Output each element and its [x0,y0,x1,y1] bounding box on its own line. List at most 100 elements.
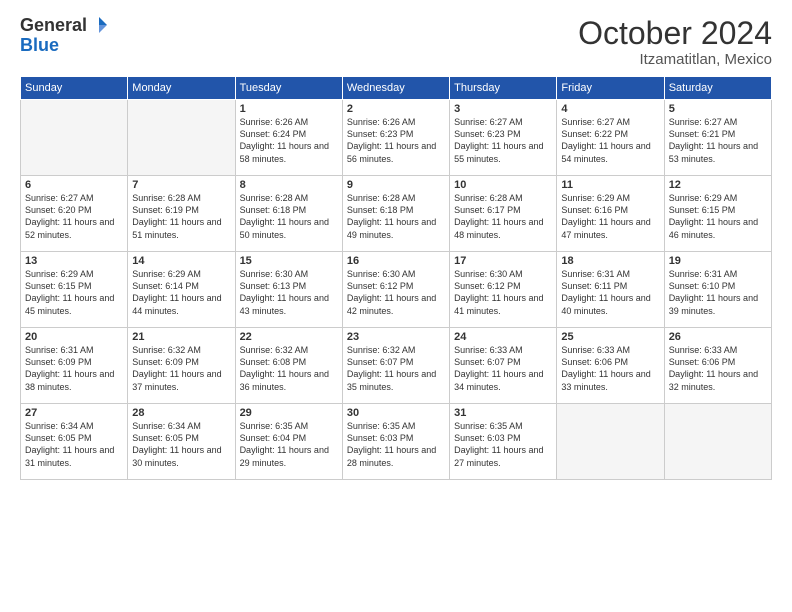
logo-flag-icon [90,16,108,34]
day-info: Sunrise: 6:35 AM Sunset: 6:03 PM Dayligh… [347,420,445,469]
table-row [664,404,771,480]
table-row [557,404,664,480]
header: General Blue October 2024 Itzamatitlan, … [20,16,772,68]
calendar-week-5: 27Sunrise: 6:34 AM Sunset: 6:05 PM Dayli… [21,404,772,480]
day-number: 29 [240,407,338,419]
table-row: 19Sunrise: 6:31 AM Sunset: 6:10 PM Dayli… [664,252,771,328]
table-row: 20Sunrise: 6:31 AM Sunset: 6:09 PM Dayli… [21,328,128,404]
table-row: 30Sunrise: 6:35 AM Sunset: 6:03 PM Dayli… [342,404,449,480]
day-info: Sunrise: 6:26 AM Sunset: 6:23 PM Dayligh… [347,116,445,165]
table-row: 7Sunrise: 6:28 AM Sunset: 6:19 PM Daylig… [128,176,235,252]
day-info: Sunrise: 6:30 AM Sunset: 6:12 PM Dayligh… [347,268,445,317]
day-number: 7 [132,179,230,191]
day-number: 31 [454,407,552,419]
day-info: Sunrise: 6:28 AM Sunset: 6:18 PM Dayligh… [240,192,338,241]
table-row [21,100,128,176]
table-row: 12Sunrise: 6:29 AM Sunset: 6:15 PM Dayli… [664,176,771,252]
day-info: Sunrise: 6:27 AM Sunset: 6:21 PM Dayligh… [669,116,767,165]
day-number: 23 [347,331,445,343]
table-row: 8Sunrise: 6:28 AM Sunset: 6:18 PM Daylig… [235,176,342,252]
title-area: October 2024 Itzamatitlan, Mexico [578,16,772,68]
table-row: 13Sunrise: 6:29 AM Sunset: 6:15 PM Dayli… [21,252,128,328]
table-row: 27Sunrise: 6:34 AM Sunset: 6:05 PM Dayli… [21,404,128,480]
day-number: 14 [132,255,230,267]
day-number: 30 [347,407,445,419]
day-number: 6 [25,179,123,191]
location-title: Itzamatitlan, Mexico [578,51,772,68]
table-row: 14Sunrise: 6:29 AM Sunset: 6:14 PM Dayli… [128,252,235,328]
day-info: Sunrise: 6:31 AM Sunset: 6:11 PM Dayligh… [561,268,659,317]
day-number: 8 [240,179,338,191]
col-thursday: Thursday [450,77,557,100]
table-row: 24Sunrise: 6:33 AM Sunset: 6:07 PM Dayli… [450,328,557,404]
table-row: 21Sunrise: 6:32 AM Sunset: 6:09 PM Dayli… [128,328,235,404]
logo-area: General Blue [20,16,108,56]
day-info: Sunrise: 6:30 AM Sunset: 6:13 PM Dayligh… [240,268,338,317]
table-row: 2Sunrise: 6:26 AM Sunset: 6:23 PM Daylig… [342,100,449,176]
table-row: 18Sunrise: 6:31 AM Sunset: 6:11 PM Dayli… [557,252,664,328]
day-info: Sunrise: 6:29 AM Sunset: 6:15 PM Dayligh… [669,192,767,241]
table-row: 6Sunrise: 6:27 AM Sunset: 6:20 PM Daylig… [21,176,128,252]
day-info: Sunrise: 6:34 AM Sunset: 6:05 PM Dayligh… [132,420,230,469]
day-info: Sunrise: 6:34 AM Sunset: 6:05 PM Dayligh… [25,420,123,469]
table-row: 1Sunrise: 6:26 AM Sunset: 6:24 PM Daylig… [235,100,342,176]
day-number: 19 [669,255,767,267]
day-number: 28 [132,407,230,419]
day-info: Sunrise: 6:28 AM Sunset: 6:17 PM Dayligh… [454,192,552,241]
day-number: 15 [240,255,338,267]
table-row: 17Sunrise: 6:30 AM Sunset: 6:12 PM Dayli… [450,252,557,328]
day-info: Sunrise: 6:26 AM Sunset: 6:24 PM Dayligh… [240,116,338,165]
logo-text: General Blue [20,16,108,56]
day-info: Sunrise: 6:29 AM Sunset: 6:16 PM Dayligh… [561,192,659,241]
col-wednesday: Wednesday [342,77,449,100]
day-number: 27 [25,407,123,419]
day-number: 1 [240,103,338,115]
table-row: 5Sunrise: 6:27 AM Sunset: 6:21 PM Daylig… [664,100,771,176]
header-row: Sunday Monday Tuesday Wednesday Thursday… [21,77,772,100]
month-title: October 2024 [578,16,772,51]
table-row: 28Sunrise: 6:34 AM Sunset: 6:05 PM Dayli… [128,404,235,480]
day-number: 9 [347,179,445,191]
day-info: Sunrise: 6:33 AM Sunset: 6:06 PM Dayligh… [561,344,659,393]
day-info: Sunrise: 6:32 AM Sunset: 6:07 PM Dayligh… [347,344,445,393]
day-info: Sunrise: 6:30 AM Sunset: 6:12 PM Dayligh… [454,268,552,317]
day-number: 18 [561,255,659,267]
day-number: 5 [669,103,767,115]
calendar-table: Sunday Monday Tuesday Wednesday Thursday… [20,76,772,480]
page: General Blue October 2024 Itzamatitlan, … [0,0,792,612]
table-row: 29Sunrise: 6:35 AM Sunset: 6:04 PM Dayli… [235,404,342,480]
calendar-week-2: 6Sunrise: 6:27 AM Sunset: 6:20 PM Daylig… [21,176,772,252]
day-number: 25 [561,331,659,343]
table-row: 31Sunrise: 6:35 AM Sunset: 6:03 PM Dayli… [450,404,557,480]
day-number: 24 [454,331,552,343]
day-number: 13 [25,255,123,267]
day-number: 21 [132,331,230,343]
day-info: Sunrise: 6:32 AM Sunset: 6:09 PM Dayligh… [132,344,230,393]
day-info: Sunrise: 6:27 AM Sunset: 6:22 PM Dayligh… [561,116,659,165]
day-info: Sunrise: 6:33 AM Sunset: 6:06 PM Dayligh… [669,344,767,393]
day-number: 10 [454,179,552,191]
table-row: 22Sunrise: 6:32 AM Sunset: 6:08 PM Dayli… [235,328,342,404]
table-row: 4Sunrise: 6:27 AM Sunset: 6:22 PM Daylig… [557,100,664,176]
table-row: 3Sunrise: 6:27 AM Sunset: 6:23 PM Daylig… [450,100,557,176]
day-number: 4 [561,103,659,115]
day-info: Sunrise: 6:35 AM Sunset: 6:03 PM Dayligh… [454,420,552,469]
day-info: Sunrise: 6:35 AM Sunset: 6:04 PM Dayligh… [240,420,338,469]
col-saturday: Saturday [664,77,771,100]
col-monday: Monday [128,77,235,100]
logo-general: General [20,16,87,36]
table-row: 26Sunrise: 6:33 AM Sunset: 6:06 PM Dayli… [664,328,771,404]
day-number: 22 [240,331,338,343]
day-number: 12 [669,179,767,191]
day-info: Sunrise: 6:31 AM Sunset: 6:09 PM Dayligh… [25,344,123,393]
day-number: 3 [454,103,552,115]
table-row: 9Sunrise: 6:28 AM Sunset: 6:18 PM Daylig… [342,176,449,252]
day-number: 2 [347,103,445,115]
day-info: Sunrise: 6:28 AM Sunset: 6:19 PM Dayligh… [132,192,230,241]
day-info: Sunrise: 6:33 AM Sunset: 6:07 PM Dayligh… [454,344,552,393]
day-number: 17 [454,255,552,267]
col-tuesday: Tuesday [235,77,342,100]
day-info: Sunrise: 6:32 AM Sunset: 6:08 PM Dayligh… [240,344,338,393]
calendar-week-1: 1Sunrise: 6:26 AM Sunset: 6:24 PM Daylig… [21,100,772,176]
day-info: Sunrise: 6:29 AM Sunset: 6:14 PM Dayligh… [132,268,230,317]
